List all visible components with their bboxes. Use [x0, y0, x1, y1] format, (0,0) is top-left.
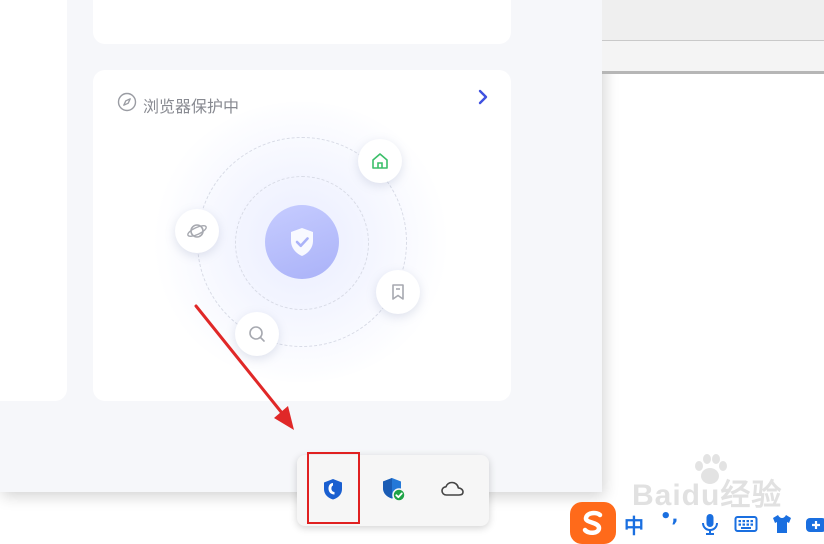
toolbox-icon[interactable]	[804, 512, 824, 536]
top-card	[93, 0, 511, 44]
microphone-icon[interactable]	[698, 512, 722, 536]
red-highlight-box	[307, 452, 360, 524]
bookmark-icon	[376, 270, 420, 314]
keyboard-icon[interactable]	[734, 512, 758, 536]
shield-check-icon	[265, 205, 339, 279]
home-icon	[358, 139, 402, 183]
background-window-titlebar	[602, 0, 824, 40]
sogou-ime-icon[interactable]	[570, 502, 616, 544]
planet-icon	[175, 209, 219, 253]
taskbar-ime-area: 中 •,	[568, 500, 824, 544]
background-window-toolbar	[602, 40, 824, 74]
ime-mode-label[interactable]: 中	[624, 510, 644, 539]
onedrive-cloud-icon[interactable]	[433, 469, 473, 509]
red-arrow-annotation	[194, 304, 294, 430]
skin-shirt-icon[interactable]	[770, 512, 794, 536]
ime-punct-label[interactable]: •,	[660, 506, 678, 527]
left-card	[0, 0, 67, 401]
windows-security-icon[interactable]	[373, 469, 413, 509]
